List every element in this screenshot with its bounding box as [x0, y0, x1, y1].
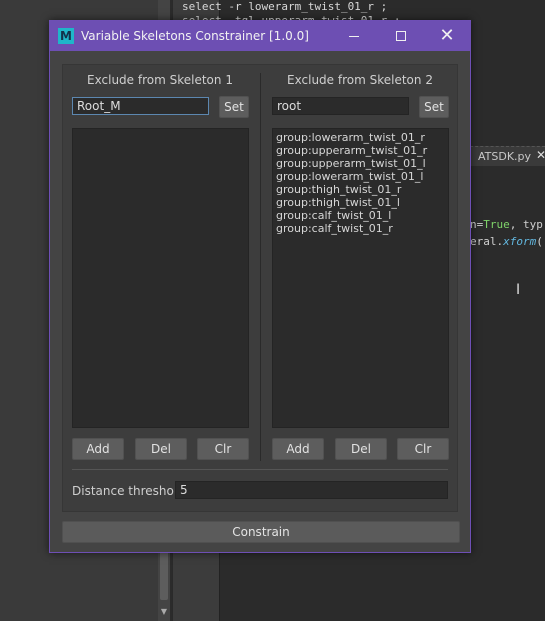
- minimize-button[interactable]: [343, 25, 365, 47]
- code-keyword: True: [483, 218, 510, 231]
- skeleton1-del-button[interactable]: Del: [135, 438, 187, 460]
- skeleton1-clr-button[interactable]: Clr: [197, 438, 249, 460]
- skeleton2-add-button[interactable]: Add: [272, 438, 324, 460]
- maximize-button[interactable]: [390, 25, 412, 47]
- window-titlebar[interactable]: M Variable Skeletons Constrainer [1.0.0]…: [50, 21, 470, 51]
- skeleton1-title: Exclude from Skeleton 1: [87, 73, 233, 87]
- distance-threshold-label: Distance threshold: [72, 484, 185, 498]
- skeleton2-root-field[interactable]: [272, 97, 409, 115]
- tab-atsdk[interactable]: ATSDK.py: [478, 150, 531, 163]
- script-code: n=True, typ eral.xform(: [470, 216, 543, 250]
- list-item[interactable]: group:lowerarm_twist_01_r: [276, 131, 445, 144]
- code-token: (: [536, 235, 543, 248]
- distance-threshold-field[interactable]: [175, 481, 448, 499]
- window-title: Variable Skeletons Constrainer [1.0.0]: [81, 29, 309, 43]
- close-button[interactable]: ✕: [436, 25, 458, 47]
- text-cursor-icon: I: [516, 282, 521, 298]
- list-item[interactable]: group:calf_twist_01_l: [276, 209, 445, 222]
- list-item[interactable]: group:thigh_twist_01_r: [276, 183, 445, 196]
- code-keyword: xform: [503, 235, 537, 248]
- list-item[interactable]: group:calf_twist_01_r: [276, 222, 445, 235]
- code-token: , typ: [509, 218, 543, 231]
- scroll-down-icon[interactable]: ▼: [158, 607, 170, 617]
- skeleton1-root-field[interactable]: [72, 97, 209, 115]
- constrain-button[interactable]: Constrain: [62, 521, 460, 543]
- list-item[interactable]: group:lowerarm_twist_01_l: [276, 170, 445, 183]
- history-line: select -r lowerarm_twist_01_r ;: [182, 0, 388, 13]
- skeleton2-set-button[interactable]: Set: [419, 96, 449, 118]
- skeleton2-title: Exclude from Skeleton 2: [287, 73, 433, 87]
- list-item[interactable]: group:upperarm_twist_01_l: [276, 157, 445, 170]
- list-item[interactable]: group:upperarm_twist_01_r: [276, 144, 445, 157]
- constrainer-window: M Variable Skeletons Constrainer [1.0.0]…: [49, 20, 471, 553]
- skeleton2-exclude-list[interactable]: group:lowerarm_twist_01_r group:upperarm…: [272, 128, 449, 428]
- code-token: n=: [470, 218, 484, 231]
- divider: [72, 469, 448, 470]
- maya-app-icon: M: [58, 28, 74, 44]
- skeleton1-exclude-list[interactable]: [72, 128, 249, 428]
- tab-close-icon[interactable]: ✕: [536, 148, 545, 162]
- skeleton2-del-button[interactable]: Del: [335, 438, 387, 460]
- close-icon: ✕: [439, 25, 455, 46]
- maximize-icon: [396, 31, 406, 41]
- skeleton1-add-button[interactable]: Add: [72, 438, 124, 460]
- skeleton1-set-button[interactable]: Set: [219, 96, 249, 118]
- minimize-icon: [349, 35, 359, 37]
- list-item[interactable]: group:thigh_twist_01_l: [276, 196, 445, 209]
- skeleton2-clr-button[interactable]: Clr: [397, 438, 449, 460]
- code-token: eral.: [470, 235, 504, 248]
- column-separator: [260, 73, 261, 461]
